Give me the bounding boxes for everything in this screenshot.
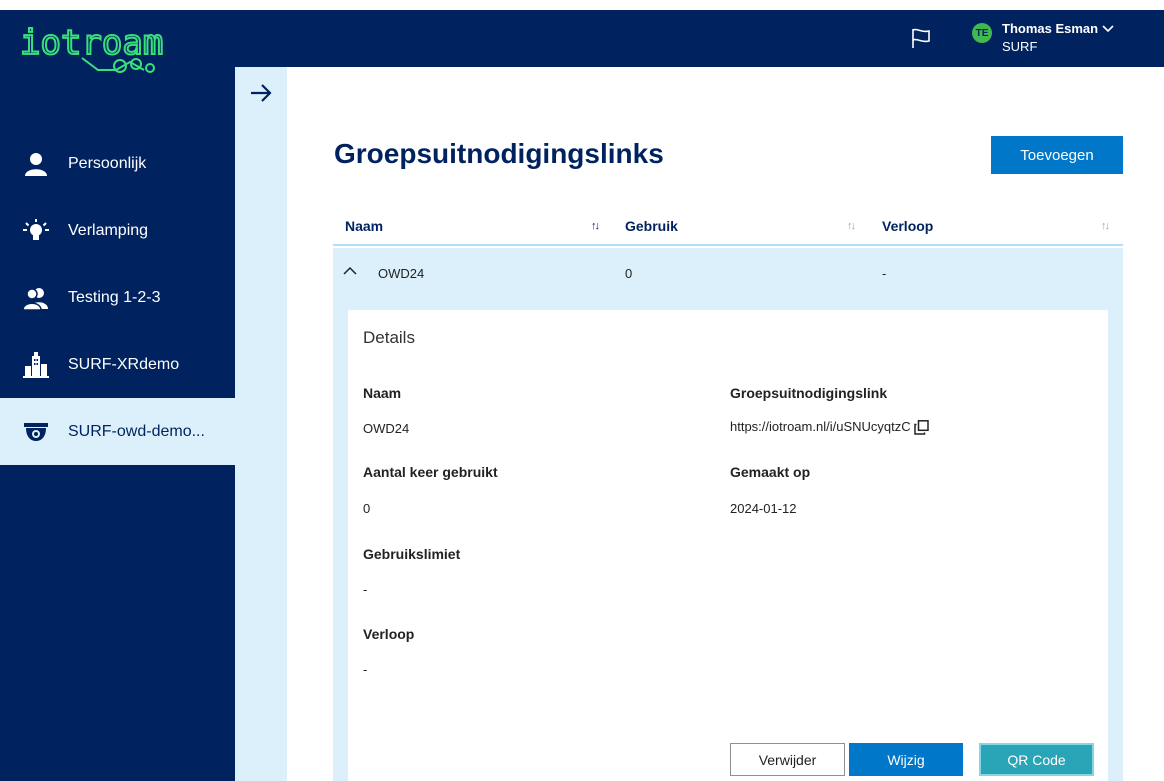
chevron-up-icon[interactable] [341,264,359,278]
page-title: Groepsuitnodigingslinks [334,138,664,169]
value-usage: 0 [363,501,371,516]
chevron-down-icon [1102,21,1114,36]
lightbulb-icon [22,217,50,245]
sidebar-item-verlamping[interactable]: Verlamping [0,197,235,264]
collapse-strip [235,67,287,781]
sidebar-nav: Persoonlijk Verlamping Testing 1-2-3 SUR… [0,130,235,465]
sidebar: iotroam Persoonlijk Verlamping Testing 1… [0,10,235,781]
arrow-right-icon[interactable] [249,81,273,105]
edit-button[interactable]: Wijzig [849,743,963,776]
sidebar-item-surf-xrdemo[interactable]: SURF-XRdemo [0,331,235,398]
sidebar-item-label: SURF-owd-demo... [68,422,205,440]
iotroam-logo[interactable]: iotroam [19,18,210,78]
cell-verloop: - [882,266,887,281]
value-created: 2024-01-12 [730,501,797,516]
table-row: OWD24 0 - Details Naam OWD24 Groepsuitno… [333,248,1123,781]
value-limit: - [363,582,368,597]
sidebar-item-label: Testing 1-2-3 [68,288,161,306]
sidebar-item-testing[interactable]: Testing 1-2-3 [0,264,235,331]
sidebar-item-label: SURF-XRdemo [68,355,180,373]
details-title: Details [363,328,415,347]
sidebar-item-persoonlijk[interactable]: Persoonlijk [0,130,235,197]
column-header-naam[interactable]: Naam [345,218,383,234]
user-name: Thomas Esman [1002,21,1099,36]
details-panel: Details Naam OWD24 Groepsuitnodigingslin… [348,310,1108,781]
logo-text: iotroam [20,23,163,63]
avatar[interactable]: TE [972,23,992,43]
column-header-verloop[interactable]: Verloop [882,218,933,234]
sidebar-item-label: Verlamping [68,221,149,239]
sort-icon[interactable]: ↑↓ [847,220,856,232]
label-limit: Gebruikslimiet [363,546,461,562]
sort-icon[interactable]: ↑↓ [1101,220,1110,232]
user-org: SURF [1002,39,1038,54]
label-created: Gemaakt op [730,464,811,480]
add-button[interactable]: Toevoegen [991,136,1123,174]
app-root: iotroam Persoonlijk Verlamping Testing 1… [0,0,1164,781]
label-link: Groepsuitnodigingslink [730,385,888,401]
cell-gebruik: 0 [625,266,633,281]
label-naam: Naam [363,385,402,401]
person-icon [22,150,50,178]
sort-icon[interactable]: ↑↓ [591,220,600,232]
column-header-gebruik[interactable]: Gebruik [625,218,678,234]
value-naam: OWD24 [363,421,410,436]
row-header[interactable]: OWD24 0 - [333,248,1123,298]
value-expiry: - [363,662,368,677]
group-icon [22,284,50,312]
sidebar-item-surf-owd-demo[interactable]: SURF-owd-demo... [0,398,235,465]
invite-link[interactable]: https://iotroam.nl/i/uSNUcyqtzC [730,419,911,434]
label-usage: Aantal keer gebruikt [363,464,498,480]
flag-icon[interactable] [910,27,932,49]
cell-naam: OWD24 [378,266,425,281]
table-header: Naam ↑↓ Gebruik ↑↓ Verloop ↑↓ [333,210,1123,246]
building-icon [22,351,50,379]
top-bar: TE Thomas Esman SURF [235,10,1164,67]
sidebar-item-label: Persoonlijk [68,154,147,172]
user-menu[interactable]: Thomas Esman [1002,21,1114,36]
label-expiry: Verloop [363,626,415,642]
value-link: https://iotroam.nl/i/uSNUcyqtzC [730,419,929,435]
qr-code-button[interactable]: QR Code [979,743,1094,776]
delete-button[interactable]: Verwijder [730,743,845,776]
camera-icon [22,418,50,446]
copy-icon[interactable] [913,420,929,435]
